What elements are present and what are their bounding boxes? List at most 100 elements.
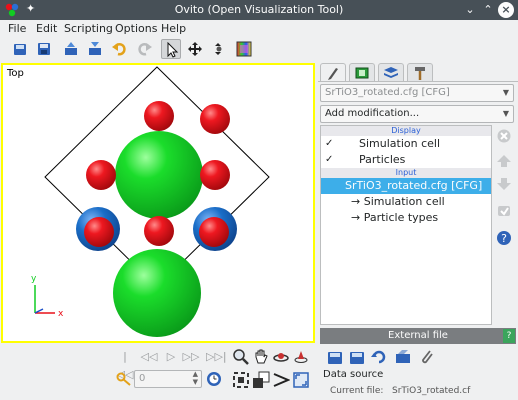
item-label: → Simulation cell [351, 195, 445, 208]
frame-spinner[interactable]: 0 ▲ ▼ [134, 370, 202, 388]
external-file-panel: External file ? Data source Current file… [320, 328, 516, 400]
section-display: Display [321, 126, 491, 136]
open-file-icon[interactable] [10, 39, 30, 59]
key-icon[interactable] [116, 371, 132, 387]
animation-icon[interactable] [394, 348, 412, 366]
layers-icon [384, 67, 398, 78]
title-bar: ✦ Ovito (Open Visualization Tool) ⌄ ⌃ × [0, 0, 518, 20]
move-up-icon[interactable] [496, 153, 512, 169]
atom-red [199, 217, 229, 247]
pipeline-selector-value: SrTiO3_rotated.cfg [CFG] [325, 87, 450, 98]
zoom-scene-extents-icon[interactable] [252, 371, 270, 389]
pipeline-item-particles[interactable]: ✓ Particles [321, 152, 491, 168]
frame-value: 0 [139, 373, 146, 384]
minimize-icon[interactable]: ⌄ [462, 2, 478, 18]
checkbox-particles[interactable]: ✓ [325, 155, 335, 165]
add-modification-combo[interactable]: Add modification... ▼ [320, 105, 514, 123]
add-modification-label: Add modification... [325, 108, 420, 119]
pipeline-subitem-simulation-cell[interactable]: → Simulation cell [321, 194, 491, 210]
pencil-icon [328, 68, 338, 80]
pipeline-subitem-particle-types[interactable]: → Particle types [321, 210, 491, 226]
scene: y x [31, 66, 270, 337]
data-source-label: Data source [323, 369, 384, 380]
close-icon[interactable]: × [498, 2, 514, 18]
menu-scripting[interactable]: Scripting [64, 22, 113, 35]
move-down-icon[interactable] [496, 176, 512, 192]
spinner-arrows-icon[interactable]: ▲ ▼ [193, 370, 198, 386]
menu-options[interactable]: Options [115, 22, 157, 35]
toggle-modifier-icon[interactable] [496, 203, 512, 219]
menu-bar: File Edit Scripting Options Help [0, 20, 518, 37]
selection-mode-icon[interactable] [161, 39, 181, 59]
item-label: SrTiO3_rotated.cfg [CFG] [345, 179, 483, 192]
render-settings-icon[interactable] [234, 39, 254, 59]
render-icon [355, 67, 369, 79]
pan-hand-icon[interactable] [252, 348, 270, 366]
save-icon[interactable] [34, 39, 54, 59]
play-icon[interactable]: ▷ [162, 348, 180, 366]
prev-frame-icon[interactable]: ◁◁ [140, 348, 158, 366]
reload-icon[interactable] [370, 348, 388, 366]
undo-icon[interactable] [110, 39, 130, 59]
tab-modify[interactable] [320, 63, 346, 82]
zoom-icon[interactable] [232, 348, 250, 366]
axis-y-label: y [31, 274, 37, 284]
next-frame-icon[interactable]: ▷▷ [182, 348, 200, 366]
command-panel: SrTiO3_rotated.cfg [CFG] ▼ Add modificat… [318, 63, 518, 400]
pipeline-selector[interactable]: SrTiO3_rotated.cfg [CFG] ▼ [320, 84, 514, 102]
axis-tripod: y x [31, 274, 64, 319]
menu-file[interactable]: File [8, 22, 26, 35]
redo-icon[interactable] [134, 39, 154, 59]
checkbox-simulation-cell[interactable]: ✓ [325, 139, 335, 149]
animation-settings-icon[interactable] [206, 371, 222, 387]
menu-help[interactable]: Help [161, 22, 186, 35]
rotate-mode-icon[interactable] [208, 39, 228, 59]
pick-orbit-center-icon[interactable] [292, 348, 310, 366]
move-mode-icon[interactable] [185, 39, 205, 59]
tab-overlays[interactable] [378, 63, 404, 81]
animation-panel: |◁◁ ◁◁ ▷ ▷▷ ▷▷| 0 ▲ ▼ [110, 344, 315, 400]
atom-red [144, 216, 174, 246]
viewport-top[interactable]: Top y x [1, 63, 315, 343]
chevron-down-icon: ▼ [502, 109, 509, 118]
atom-red [144, 101, 174, 131]
first-frame-icon[interactable]: |◁◁ [116, 348, 134, 381]
pipeline-item-file-source[interactable]: SrTiO3_rotated.cfg [CFG] [321, 178, 491, 194]
atom-green [115, 131, 203, 219]
current-file-value: SrTiO3_rotated.cf [392, 386, 471, 396]
external-file-header: External file ? [320, 328, 516, 344]
menu-edit[interactable]: Edit [36, 22, 57, 35]
wildcard-icon[interactable] [418, 348, 436, 366]
main-toolbar [0, 37, 518, 62]
tab-utilities[interactable] [407, 63, 433, 81]
help-button[interactable]: ? [503, 329, 515, 343]
fov-icon[interactable] [272, 371, 290, 389]
atom-red [86, 160, 116, 190]
hammer-icon [415, 67, 425, 80]
pipeline-editor[interactable]: Display ✓ Simulation cell ✓ Particles In… [320, 125, 492, 325]
pick-remote-file-icon[interactable] [348, 348, 366, 366]
export-icon[interactable] [85, 39, 105, 59]
import-icon[interactable] [61, 39, 81, 59]
pipeline-item-simulation-cell[interactable]: ✓ Simulation cell [321, 136, 491, 152]
orbit-icon[interactable] [272, 348, 290, 366]
chevron-down-icon: ▼ [502, 88, 509, 97]
item-label: → Particle types [351, 211, 439, 224]
item-label: Simulation cell [359, 137, 441, 150]
pick-local-file-icon[interactable] [326, 348, 344, 366]
maximize-viewport-icon[interactable] [292, 371, 310, 389]
help-icon[interactable]: ? [496, 230, 512, 246]
item-label: Particles [359, 153, 406, 166]
window-title: Ovito (Open Visualization Tool) [174, 3, 344, 16]
maximize-icon[interactable]: ⌃ [480, 2, 496, 18]
axis-x-label: x [58, 309, 64, 319]
current-file-label: Current file: [330, 386, 384, 396]
delete-modifier-icon[interactable] [496, 128, 512, 144]
atom-red [200, 160, 230, 190]
tab-render[interactable] [349, 63, 375, 81]
zoom-all-icon[interactable] [232, 371, 250, 389]
atom-green [113, 249, 201, 337]
section-input: Input [321, 168, 491, 178]
external-file-title: External file [388, 330, 448, 341]
last-frame-icon[interactable]: ▷▷| [206, 348, 227, 366]
